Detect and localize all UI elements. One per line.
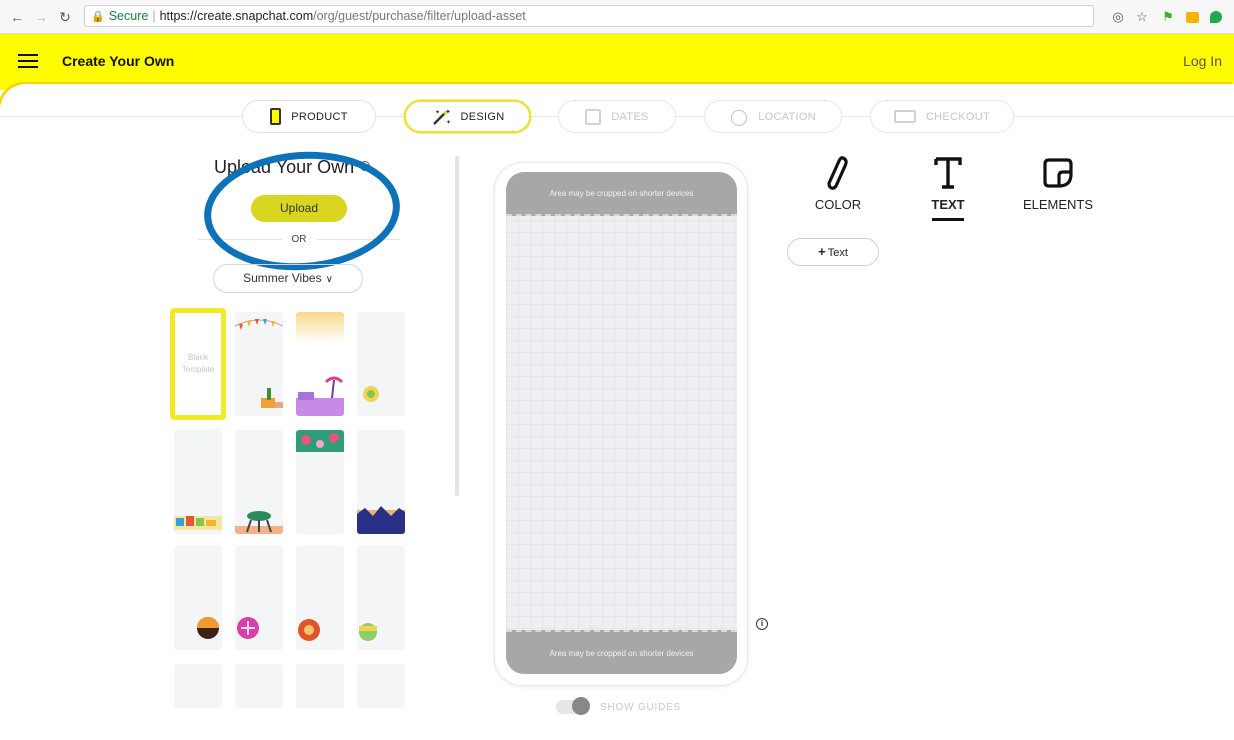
beach-items-icon — [174, 516, 222, 530]
plus-icon: + — [818, 244, 826, 259]
url-host: https://create.snapchat.com — [159, 9, 314, 23]
forward-arrow-icon[interactable]: → — [32, 8, 50, 26]
template-row4-1[interactable] — [174, 664, 222, 708]
step-dates[interactable]: DATES — [558, 100, 676, 133]
party-bunting-icon — [235, 319, 283, 408]
template-row4-2[interactable] — [235, 664, 283, 708]
login-link[interactable]: Log In — [1183, 53, 1222, 69]
toggle-switch[interactable] — [556, 697, 590, 715]
brand-title: Create Your Own — [62, 53, 175, 69]
pink-palm-badge-icon — [237, 617, 259, 639]
location-target-icon[interactable]: ◎ — [1110, 9, 1126, 25]
text-t-icon — [893, 153, 1003, 193]
blank-template-label: Blank Template — [181, 353, 215, 374]
crop-warning-bottom: Area may be cropped on shorter devices — [506, 630, 737, 674]
lock-icon: 🔒 — [91, 11, 105, 23]
template-mountains[interactable] — [357, 430, 405, 534]
preview-info-icon[interactable]: i — [756, 618, 768, 630]
panel-scrollbar[interactable] — [455, 156, 459, 496]
location-pin-icon: ◯ — [729, 108, 749, 126]
template-citrus[interactable] — [357, 312, 405, 416]
page: ← → ↻ 🔒 Secure | https://create.snapchat.co… — [0, 0, 1234, 740]
step-location[interactable]: ◯ LOCATION — [704, 100, 842, 133]
beach-palm-icon — [296, 376, 344, 416]
reload-icon[interactable]: ↻ — [56, 8, 74, 26]
back-arrow-icon[interactable]: ← — [8, 8, 26, 26]
tool-elements-label: ELEMENTS — [1022, 197, 1094, 212]
template-orange-sun[interactable] — [296, 546, 344, 650]
step-product-label: PRODUCT — [291, 110, 348, 123]
template-row4-4[interactable] — [357, 664, 405, 708]
address-bar[interactable]: 🔒 Secure | https://create.snapchat.com/org/… — [84, 5, 1094, 27]
tool-text-label: TEXT — [931, 197, 965, 212]
svg-text:✦: ✦ — [435, 109, 440, 116]
pen-icon — [783, 153, 893, 193]
phone-preview-canvas[interactable]: Area may be cropped on shorter devices A… — [506, 172, 737, 674]
citrus-drink-icon — [363, 386, 379, 402]
island-badge-icon — [359, 623, 377, 641]
template-green-island[interactable] — [357, 546, 405, 650]
orange-sun-badge-icon — [298, 619, 320, 641]
step-location-label: LOCATION — [758, 110, 817, 123]
template-sunset[interactable] — [174, 546, 222, 650]
template-party[interactable] — [235, 312, 283, 416]
step-design-label: DESIGN — [460, 110, 505, 123]
mountains-icon — [357, 506, 405, 534]
card-icon — [893, 110, 916, 123]
theme-selected-value: Summer Vibes — [243, 271, 322, 285]
sunset-badge-icon — [197, 617, 219, 639]
template-beach-items[interactable] — [174, 430, 222, 534]
browser-chrome: ← → ↻ 🔒 Secure | https://create.snapchat.co… — [0, 0, 1234, 34]
magic-wand-icon: ✦ ✦ ✦ — [432, 108, 451, 126]
tool-color[interactable]: COLOR — [783, 153, 893, 212]
active-tab-underline — [932, 218, 964, 221]
step-product[interactable]: PRODUCT — [242, 100, 376, 133]
show-guides-toggle[interactable]: SHOW GUIDES — [556, 697, 682, 715]
extension-leaf-icon[interactable] — [1208, 9, 1224, 25]
template-grill[interactable] — [235, 430, 283, 534]
template-row4-3[interactable] — [296, 664, 344, 708]
step-checkout[interactable]: CHECKOUT — [870, 100, 1014, 133]
extension-flag-icon[interactable]: ⚑ — [1160, 9, 1176, 25]
bookmark-star-icon[interactable]: ☆ — [1134, 9, 1150, 25]
show-guides-label: SHOW GUIDES — [600, 701, 682, 713]
chevron-down-icon: ∨ — [325, 274, 333, 285]
tropical-leaves-icon — [296, 430, 344, 452]
hamburger-menu-icon[interactable] — [18, 54, 38, 68]
sticker-icon — [1003, 153, 1113, 193]
phone-icon — [270, 108, 282, 125]
address-separator: | — [152, 9, 156, 23]
step-design[interactable]: ✦ ✦ ✦ DESIGN — [404, 100, 531, 133]
add-text-button[interactable]: + Text — [787, 238, 879, 266]
extension-mail-icon[interactable] — [1184, 9, 1200, 25]
theme-select[interactable]: Summer Vibes ∨ — [213, 264, 363, 293]
crop-warning-top: Area may be cropped on shorter devices — [506, 172, 737, 216]
calendar-icon — [585, 108, 602, 125]
app-header — [0, 34, 1234, 90]
add-text-label: Text — [827, 247, 848, 259]
template-blank[interactable]: Blank Template — [170, 308, 226, 420]
tool-text[interactable]: TEXT — [893, 153, 1003, 221]
template-pink-palm[interactable] — [235, 546, 283, 650]
tool-elements[interactable]: ELEMENTS — [1003, 153, 1113, 212]
url-path: /org/guest/purchase/filter/upload-asset — [313, 9, 526, 23]
svg-text:✦: ✦ — [445, 108, 451, 116]
step-dates-label: DATES — [611, 110, 649, 123]
grill-icon — [235, 511, 283, 534]
template-tropical[interactable] — [296, 430, 344, 534]
step-checkout-label: CHECKOUT — [925, 110, 991, 123]
tool-color-label: COLOR — [814, 197, 862, 212]
svg-text:✦: ✦ — [446, 119, 451, 126]
secure-label: Secure — [108, 9, 149, 23]
template-beach[interactable] — [296, 312, 344, 416]
